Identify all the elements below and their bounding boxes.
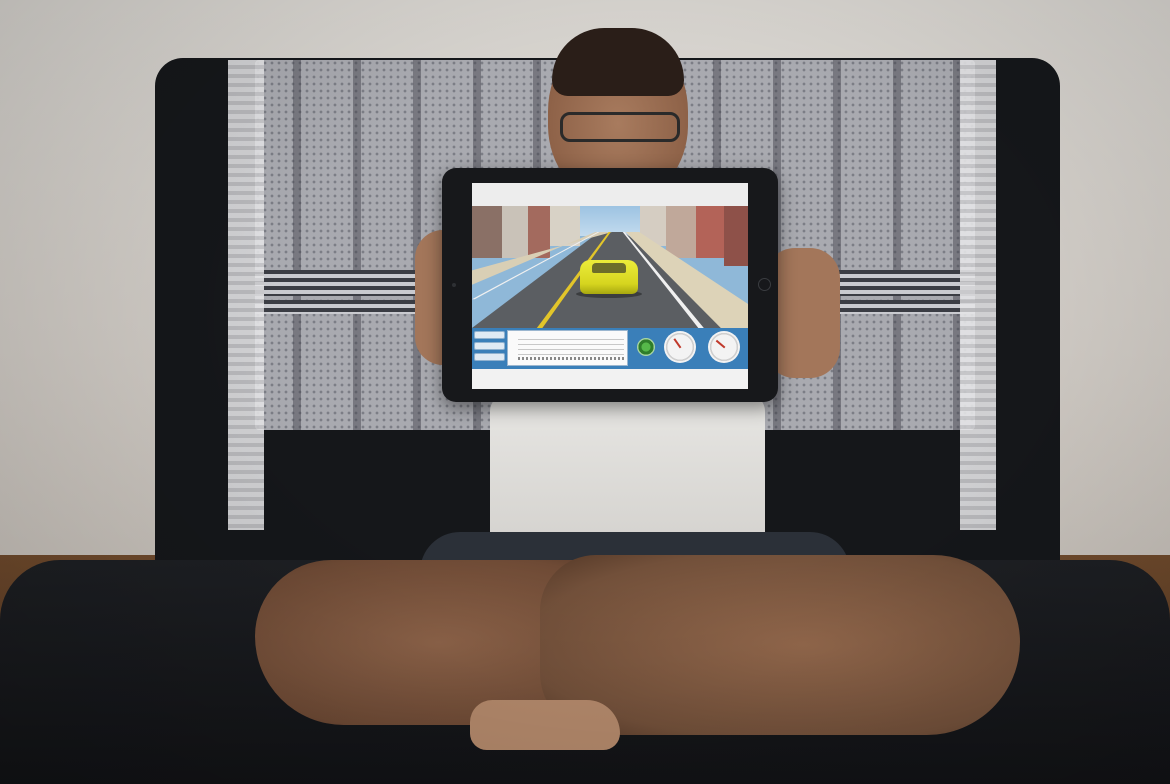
app-bottom-bar — [472, 369, 748, 389]
gauge-needle — [673, 338, 682, 349]
photo-scene — [0, 0, 1170, 784]
status-light-gauge — [637, 338, 655, 356]
graph-signal — [518, 357, 624, 360]
eyeglasses — [560, 112, 680, 142]
app-top-bar — [472, 183, 748, 206]
blanket-fringe-right — [960, 60, 996, 530]
graph-line — [518, 339, 624, 340]
tablet-screen — [472, 183, 748, 389]
graph-line — [518, 344, 624, 345]
person-foot — [470, 700, 620, 750]
tablet-home-button[interactable] — [758, 278, 771, 291]
building — [472, 206, 502, 258]
control-button-2[interactable] — [474, 342, 505, 350]
building — [550, 206, 580, 246]
tachometer-gauge — [708, 331, 740, 363]
graph-line — [518, 349, 624, 350]
telemetry-graph-panel — [507, 330, 628, 366]
control-button-3[interactable] — [474, 353, 505, 361]
building — [696, 206, 724, 258]
car-rear-window — [592, 263, 626, 273]
tablet-camera — [452, 283, 456, 287]
app-dashboard — [472, 328, 748, 369]
building — [724, 206, 748, 266]
driving-game-viewport[interactable] — [472, 206, 748, 328]
control-buttons — [474, 331, 505, 365]
speedometer-gauge — [664, 331, 696, 363]
control-button-1[interactable] — [474, 331, 505, 339]
graph-line — [518, 354, 624, 355]
blanket-fringe-left — [228, 60, 264, 530]
building — [666, 206, 696, 258]
building — [502, 206, 528, 258]
gauge-needle — [715, 339, 726, 349]
person-leg-right — [540, 555, 1020, 735]
